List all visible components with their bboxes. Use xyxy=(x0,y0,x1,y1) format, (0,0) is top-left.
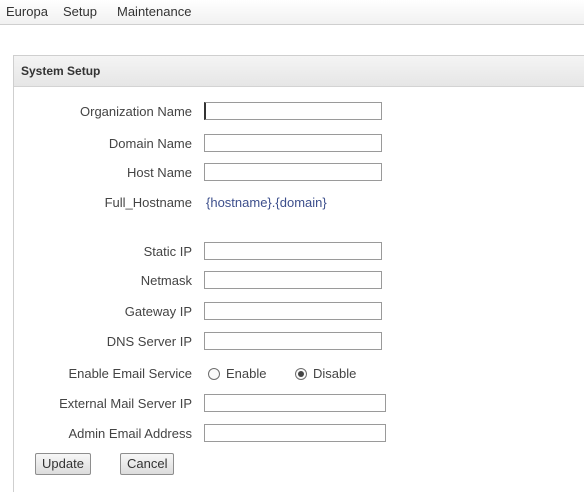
dns-server-ip-label: DNS Server IP xyxy=(106,334,192,349)
dns-server-ip-input[interactable] xyxy=(204,332,382,350)
netmask-input[interactable] xyxy=(204,271,382,289)
organization-name-input[interactable] xyxy=(204,102,382,120)
menu-item-europa[interactable]: Europa xyxy=(6,4,48,19)
organization-name-label: Organization Name xyxy=(80,104,192,119)
menu-item-maintenance[interactable]: Maintenance xyxy=(117,4,191,19)
email-service-label: Enable Email Service xyxy=(68,366,192,381)
update-button[interactable]: Update xyxy=(35,453,91,475)
external-mail-server-ip-label: External Mail Server IP xyxy=(59,396,192,411)
email-enable-option[interactable]: Enable xyxy=(208,366,266,381)
static-ip-input[interactable] xyxy=(204,242,382,260)
host-name-input[interactable] xyxy=(204,163,382,181)
radio-enable-label: Enable xyxy=(226,366,267,381)
panel-title: System Setup xyxy=(21,64,101,78)
panel-header: System Setup xyxy=(14,56,584,87)
domain-name-input[interactable] xyxy=(204,134,382,152)
email-disable-option[interactable]: Disable xyxy=(295,366,356,381)
full-hostname-label: Full_Hostname xyxy=(104,195,192,210)
netmask-label: Netmask xyxy=(140,273,192,288)
gateway-ip-label: Gateway IP xyxy=(124,304,192,319)
radio-enable[interactable] xyxy=(208,367,220,380)
admin-email-address-label: Admin Email Address xyxy=(68,426,192,441)
host-name-label: Host Name xyxy=(126,165,192,180)
menu-item-setup[interactable]: Setup xyxy=(63,4,97,19)
cancel-button[interactable]: Cancel xyxy=(120,453,175,475)
top-menu-bar: Europa Setup Maintenance xyxy=(0,0,584,25)
domain-name-label: Domain Name xyxy=(108,136,192,151)
radio-disable[interactable] xyxy=(295,367,307,380)
gateway-ip-input[interactable] xyxy=(204,302,382,320)
full-hostname-value: {hostname}.{domain} xyxy=(206,195,327,210)
radio-disable-label: Disable xyxy=(313,366,357,381)
static-ip-label: Static IP xyxy=(143,244,192,259)
external-mail-server-ip-input[interactable] xyxy=(204,394,386,412)
admin-email-address-input[interactable] xyxy=(204,424,386,442)
